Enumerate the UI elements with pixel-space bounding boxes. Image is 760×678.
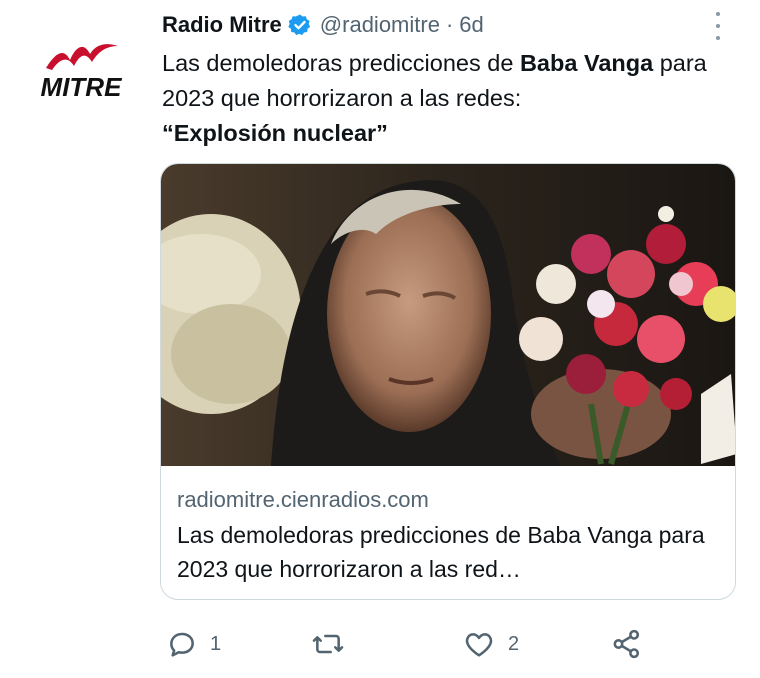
more-options-icon[interactable] [706,12,730,40]
retweet-button[interactable] [310,622,358,666]
logo-text: MITRE [41,72,123,100]
card-title: Las demoledoras predicciones de Baba Van… [177,522,705,582]
tweet-text: Las demoledoras predicciones de Baba Van… [162,46,742,151]
mitre-logo-mark [46,44,118,70]
avatar[interactable]: MITRE [26,38,136,100]
tweet-header: Radio Mitre @radiomitre · 6d [162,10,730,40]
reply-button[interactable]: 1 [166,622,221,666]
share-icon [613,629,640,659]
verified-badge-icon [288,13,312,37]
like-count: 2 [508,632,520,655]
timestamp[interactable]: 6d [459,12,483,38]
retweet-icon [312,634,344,654]
card-domain: radiomitre.cienradios.com [177,487,429,512]
reply-icon [170,632,194,657]
share-button[interactable] [610,622,644,666]
separator-dot: · [445,12,454,37]
display-name[interactable]: Radio Mitre [162,12,282,38]
like-button[interactable]: 2 [462,622,519,666]
like-icon [465,633,493,657]
reply-count: 1 [210,632,222,655]
card-image [161,164,735,466]
user-handle[interactable]: @radiomitre [320,12,440,38]
tweet-text-part: Las demoledoras predicciones de [162,50,520,76]
tweet-bold-name: Baba Vanga [519,50,654,76]
link-card[interactable]: radiomitre.cienradios.com Las demoledora… [160,163,736,600]
action-bar: 1 2 [160,622,660,666]
tweet-bold-quote: “Explosión nuclear” [162,120,388,146]
